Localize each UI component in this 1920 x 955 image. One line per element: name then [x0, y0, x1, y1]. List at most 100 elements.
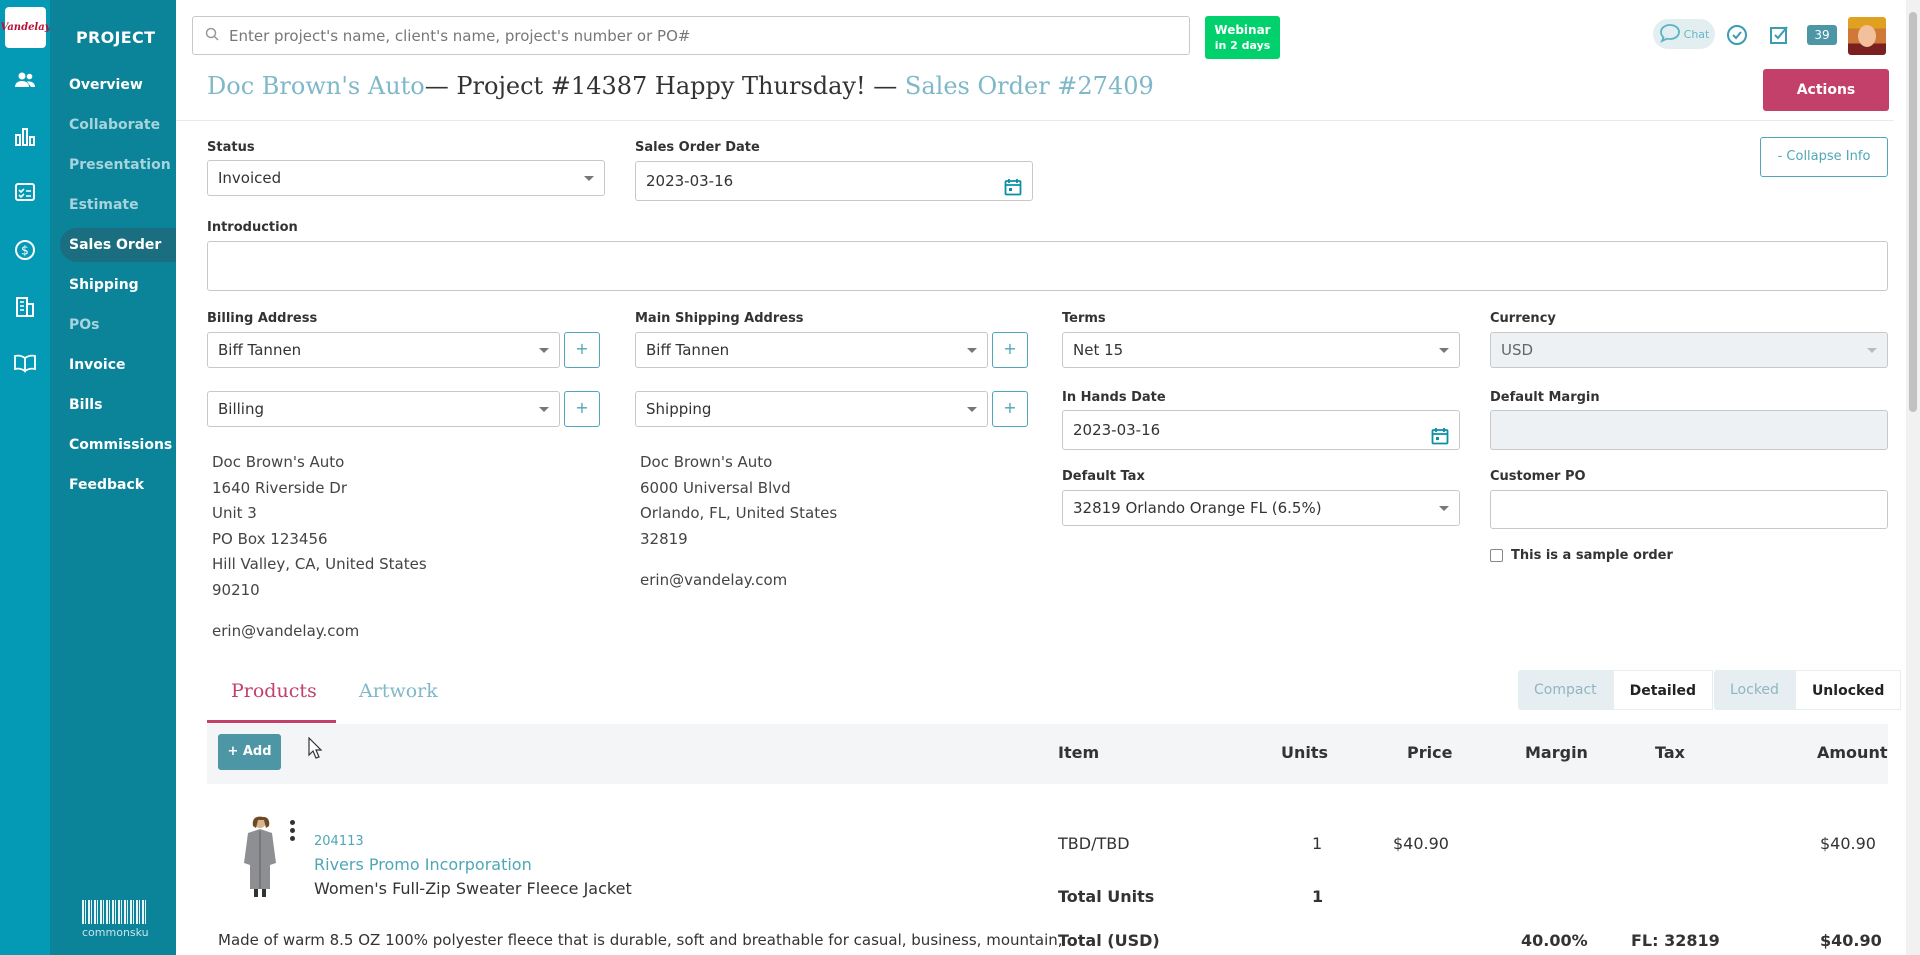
add-billing-contact-button[interactable]: +: [564, 332, 600, 368]
sidebar-item-estimate[interactable]: Estimate: [60, 188, 176, 222]
locked-button[interactable]: Locked: [1714, 670, 1795, 710]
chevron-down-icon: [1439, 506, 1449, 511]
default-tax-select[interactable]: 32819 Orlando Orange FL (6.5%): [1062, 490, 1460, 526]
client-link[interactable]: Doc Brown's Auto: [207, 72, 425, 100]
sidebar-item-collaborate[interactable]: Collaborate: [60, 108, 176, 142]
sidebar-item-commissions[interactable]: Commissions: [60, 428, 176, 462]
tasks-icon[interactable]: [1768, 23, 1792, 47]
sidebar-item-invoice[interactable]: Invoice: [60, 348, 176, 382]
introduction-textarea[interactable]: [207, 241, 1888, 291]
product-thumbnail[interactable]: [238, 813, 282, 897]
chat-button[interactable]: Chat: [1653, 19, 1715, 49]
add-product-button[interactable]: + Add: [218, 734, 281, 770]
sidebar-item-shipping[interactable]: Shipping: [60, 268, 176, 302]
shipping-address-label: Main Shipping Address: [635, 311, 804, 326]
product-sku[interactable]: 204113: [314, 834, 364, 849]
product-supplier-link[interactable]: Rivers Promo Incorporation: [314, 855, 532, 874]
sidebar-item-bills[interactable]: Bills: [60, 388, 176, 422]
status-select[interactable]: Invoiced: [207, 160, 605, 196]
calendar-icon[interactable]: [1431, 421, 1449, 445]
tab-artwork[interactable]: Artwork: [359, 680, 438, 702]
brand-label: commonsku: [82, 926, 149, 939]
address-line: 90210: [212, 580, 260, 599]
dollar-icon[interactable]: $: [14, 239, 36, 261]
detailed-view-button[interactable]: Detailed: [1612, 670, 1714, 710]
user-avatar[interactable]: [1848, 17, 1886, 55]
chat-bubble-icon: [1659, 23, 1681, 46]
currency-value: USD: [1501, 341, 1534, 359]
status-value: Invoiced: [218, 169, 282, 187]
add-shipping-address-button[interactable]: +: [992, 391, 1028, 427]
address-line: Doc Brown's Auto: [640, 453, 773, 471]
header-divider: [176, 120, 1894, 121]
sales-order-date-input[interactable]: 2023-03-16: [635, 161, 1033, 201]
search-bar[interactable]: [192, 16, 1190, 55]
sidebar-item-sales-order[interactable]: Sales Order: [60, 228, 176, 262]
status-label: Status: [207, 140, 255, 155]
checklist-icon[interactable]: [14, 181, 36, 203]
page-scrollbar[interactable]: [1906, 0, 1920, 955]
column-header-amount: Amount: [1817, 743, 1888, 762]
calendar-icon[interactable]: [1004, 172, 1022, 196]
add-shipping-contact-button[interactable]: +: [992, 332, 1028, 368]
sidebar-item-presentation[interactable]: Presentation: [60, 148, 176, 182]
company-logo[interactable]: Vandelay: [0, 7, 51, 48]
product-menu-icon[interactable]: [290, 820, 296, 844]
chevron-down-icon: [1867, 348, 1877, 353]
total-units-value: 1: [1312, 887, 1324, 906]
billing-address-select[interactable]: Billing: [207, 391, 560, 427]
introduction-label: Introduction: [207, 220, 298, 235]
billing-type-value: Billing: [218, 400, 264, 418]
notification-badge[interactable]: 39: [1807, 25, 1837, 45]
sidebar-item-pos[interactable]: POs: [60, 308, 176, 342]
chevron-down-icon: [539, 348, 549, 353]
webinar-title: Webinar: [1214, 23, 1271, 37]
default-tax-label: Default Tax: [1062, 469, 1145, 484]
webinar-button[interactable]: Webinar in 2 days: [1205, 16, 1280, 59]
book-icon[interactable]: [14, 352, 36, 374]
in-hands-date-value: 2023-03-16: [1073, 421, 1161, 439]
address-line: Unit 3: [212, 504, 257, 522]
shipping-contact-select[interactable]: Biff Tannen: [635, 332, 988, 368]
customer-po-label: Customer PO: [1490, 469, 1586, 484]
actions-button[interactable]: Actions: [1763, 69, 1889, 111]
collapse-info-button[interactable]: - Collapse Info: [1760, 137, 1888, 177]
sidebar-item-overview[interactable]: Overview: [60, 68, 176, 102]
terms-select[interactable]: Net 15: [1062, 332, 1460, 368]
chevron-down-icon: [584, 176, 594, 181]
bar-chart-icon[interactable]: [14, 125, 36, 147]
chevron-down-icon: [539, 407, 549, 412]
people-icon[interactable]: [14, 69, 36, 91]
column-header-units: Units: [1281, 743, 1329, 762]
check-circle-icon[interactable]: [1725, 23, 1749, 47]
shipping-address-select[interactable]: Shipping: [635, 391, 988, 427]
billing-contact-select[interactable]: Biff Tannen: [207, 332, 560, 368]
address-line: Hill Valley, CA, United States: [212, 555, 427, 573]
sidebar-title: PROJECT: [76, 28, 156, 47]
product-name: Women's Full-Zip Sweater Fleece Jacket: [314, 879, 632, 898]
address-line: 32819: [640, 529, 688, 548]
billing-address-block: Doc Brown's Auto 1640 Riverside Dr Unit …: [212, 450, 427, 645]
search-input[interactable]: [229, 26, 1189, 45]
building-icon[interactable]: [14, 296, 36, 318]
sales-order-link[interactable]: Sales Order #27409: [905, 72, 1154, 100]
billing-contact-value: Biff Tannen: [218, 341, 302, 359]
customer-po-input[interactable]: [1490, 490, 1888, 529]
sales-order-date-label: Sales Order Date: [635, 140, 760, 155]
default-tax-value: 32819 Orlando Orange FL (6.5%): [1073, 499, 1322, 517]
product-units-value: 1: [1312, 834, 1323, 853]
product-description: Made of warm 8.5 OZ 100% polyester fleec…: [218, 931, 1063, 949]
tab-products[interactable]: Products: [231, 680, 317, 702]
default-margin-input: [1490, 410, 1888, 450]
unlocked-button[interactable]: Unlocked: [1794, 670, 1902, 710]
total-amount-value: $40.90: [1820, 931, 1882, 950]
products-table-header: [207, 724, 1888, 784]
currency-select: USD: [1490, 332, 1888, 368]
sample-order-checkbox[interactable]: [1490, 549, 1503, 562]
column-header-item: Item: [1058, 743, 1100, 762]
add-billing-address-button[interactable]: +: [564, 391, 600, 427]
total-units-label: Total Units: [1058, 887, 1155, 906]
compact-view-button[interactable]: Compact: [1518, 670, 1613, 710]
in-hands-date-input[interactable]: 2023-03-16: [1062, 410, 1460, 450]
sidebar-item-feedback[interactable]: Feedback: [60, 468, 176, 502]
